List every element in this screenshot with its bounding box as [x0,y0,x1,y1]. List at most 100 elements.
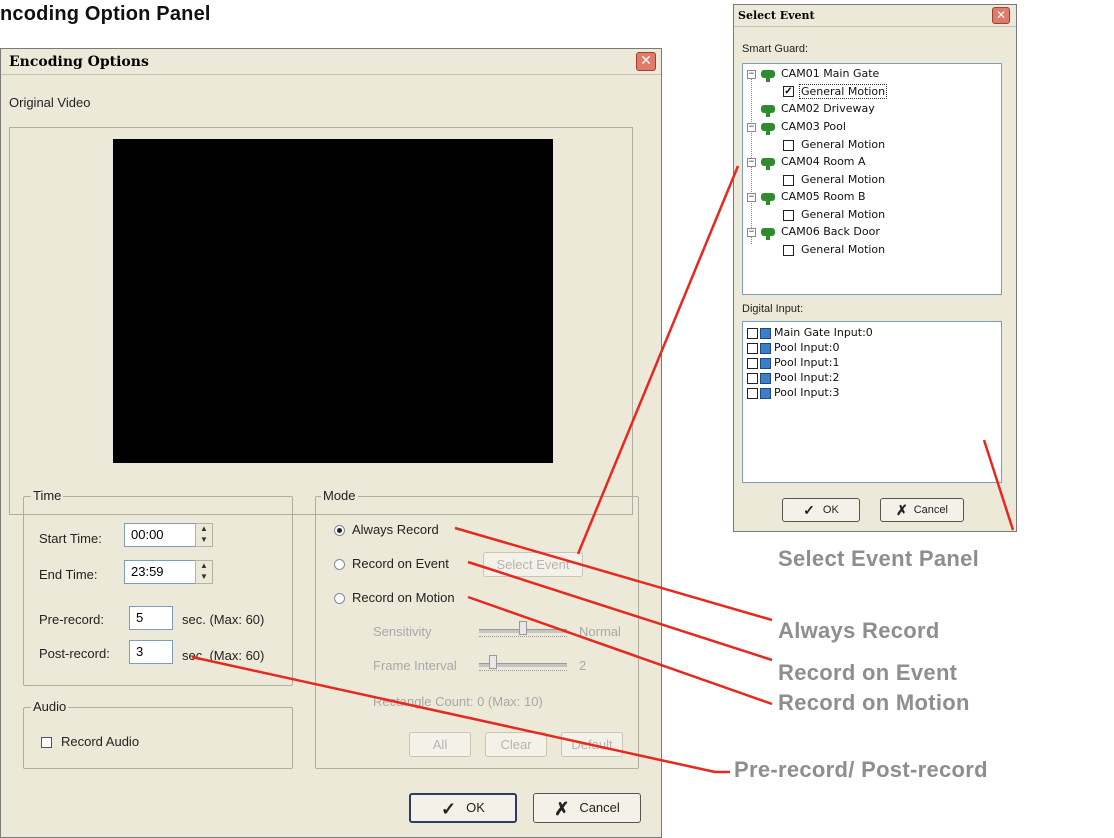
end-time-spinner[interactable]: ▲ ▼ [195,560,213,584]
record-on-motion-label: Record on Motion [352,590,455,605]
post-record-unit: sec. (Max: 60) [182,648,265,663]
motion-node[interactable]: General Motion [801,208,885,221]
start-time-label: Start Time: [39,531,102,546]
record-on-event-label: Record on Event [352,556,449,571]
expand-icon[interactable]: − [747,123,756,132]
frame-interval-slider-thumb[interactable] [489,655,497,669]
x-icon: ✗ [554,798,570,819]
encoding-options-dialog: Encoding Options ✕ Original Video Time S… [0,48,662,838]
motion-checkbox[interactable] [783,210,794,221]
motion-node[interactable]: General Motion [801,243,885,256]
digital-input-icon [760,343,771,354]
camera-icon [761,105,775,117]
smart-guard-tree[interactable]: − CAM01 Main Gate ✓ General Motion CAM02… [742,63,1002,295]
ok-label: OK [466,800,485,815]
camera-icon [761,158,775,170]
digital-input-list[interactable]: Main Gate Input:0 Pool Input:0 Pool Inpu… [742,321,1002,483]
all-button[interactable]: All [409,732,471,757]
sensitivity-slider-thumb[interactable] [519,621,527,635]
select-event-cancel-button[interactable]: ✗ Cancel [880,498,964,522]
record-on-event-radio[interactable] [334,559,345,570]
motion-checkbox[interactable] [783,140,794,151]
default-button[interactable]: Default [561,732,623,757]
input-item[interactable]: Pool Input:2 [774,371,839,384]
camera-icon [761,70,775,82]
cancel-button[interactable]: ✗ Cancel [533,793,641,823]
record-audio-checkbox[interactable] [41,737,52,748]
clear-button[interactable]: Clear [485,732,547,757]
callout-record-on-event: Record on Event [778,660,958,685]
end-time-label: End Time: [39,567,98,582]
cancel-label: Cancel [913,504,948,516]
motion-node[interactable]: General Motion [801,138,885,151]
rectangle-count-label: Rectangle Count: 0 (Max: 10) [373,694,543,709]
select-event-dialog: Select Event ✕ Smart Guard: − CAM01 Main… [733,4,1017,532]
camera-icon [761,228,775,240]
callout-record-on-motion: Record on Motion [778,690,970,715]
input-item[interactable]: Pool Input:0 [774,341,839,354]
camera-node[interactable]: CAM01 Main Gate [781,67,879,80]
sensitivity-value: Normal [579,624,621,639]
camera-node[interactable]: CAM02 Driveway [781,102,875,115]
record-on-motion-radio[interactable] [334,593,345,604]
select-event-ok-button[interactable]: ✓ OK [782,498,860,522]
ok-label: OK [822,504,839,516]
input-checkbox[interactable] [747,358,758,369]
start-time-field[interactable]: 00:00 [124,523,196,547]
camera-node[interactable]: CAM05 Room B [781,190,866,203]
digital-input-icon [760,328,771,339]
smart-guard-label: Smart Guard: [742,43,809,55]
select-event-button[interactable]: Select Event [483,552,583,577]
input-item[interactable]: Pool Input:1 [774,356,839,369]
original-video-label: Original Video [9,95,91,110]
record-audio-label: Record Audio [61,734,140,749]
frame-interval-value: 2 [579,658,587,673]
expand-icon[interactable]: − [747,193,756,202]
always-record-radio[interactable] [334,525,345,536]
motion-checkbox[interactable] [783,175,794,186]
digital-input-icon [760,388,771,399]
always-record-label: Always Record [352,522,439,537]
camera-icon [761,193,775,205]
expand-icon[interactable]: − [747,228,756,237]
input-checkbox[interactable] [747,343,758,354]
pre-record-unit: sec. (Max: 60) [182,612,265,627]
close-icon[interactable]: ✕ [636,52,656,71]
expand-icon[interactable]: − [747,70,756,79]
post-record-field[interactable]: 3 [129,640,173,664]
page-heading: ncoding Option Panel [0,3,211,25]
expand-icon[interactable]: − [747,158,756,167]
check-icon: ✓ [803,502,815,519]
digital-input-icon [760,358,771,369]
close-icon[interactable]: ✕ [992,7,1010,24]
input-checkbox[interactable] [747,373,758,384]
input-item[interactable]: Main Gate Input:0 [774,326,873,339]
input-checkbox[interactable] [747,328,758,339]
ok-button[interactable]: ✓ OK [409,793,517,823]
camera-node[interactable]: CAM06 Back Door [781,225,880,238]
end-time-field[interactable]: 23:59 [124,560,196,584]
sensitivity-ticks [479,636,567,641]
start-time-spinner[interactable]: ▲ ▼ [195,523,213,547]
callout-select-event-panel: Select Event Panel [778,546,980,571]
camera-icon [761,123,775,135]
camera-node[interactable]: CAM03 Pool [781,120,846,133]
audio-legend: Audio [31,699,69,714]
motion-node[interactable]: General Motion [801,173,885,186]
camera-node[interactable]: CAM04 Room A [781,155,866,168]
callout-pre-post-record: Pre-record/ Post-record [734,757,988,782]
callout-always-record: Always Record [778,618,940,643]
digital-input-icon [760,373,771,384]
pre-record-field[interactable]: 5 [129,606,173,630]
digital-input-label: Digital Input: [742,303,804,315]
input-item[interactable]: Pool Input:3 [774,386,839,399]
motion-checkbox[interactable]: ✓ [783,86,794,97]
check-icon: ✓ [441,798,457,819]
frame-interval-ticks [479,670,567,675]
motion-node[interactable]: General Motion [799,84,888,99]
input-checkbox[interactable] [747,388,758,399]
motion-checkbox[interactable] [783,245,794,256]
x-icon: ✗ [896,502,908,519]
video-preview [113,139,553,463]
pre-record-label: Pre-record: [39,612,105,627]
